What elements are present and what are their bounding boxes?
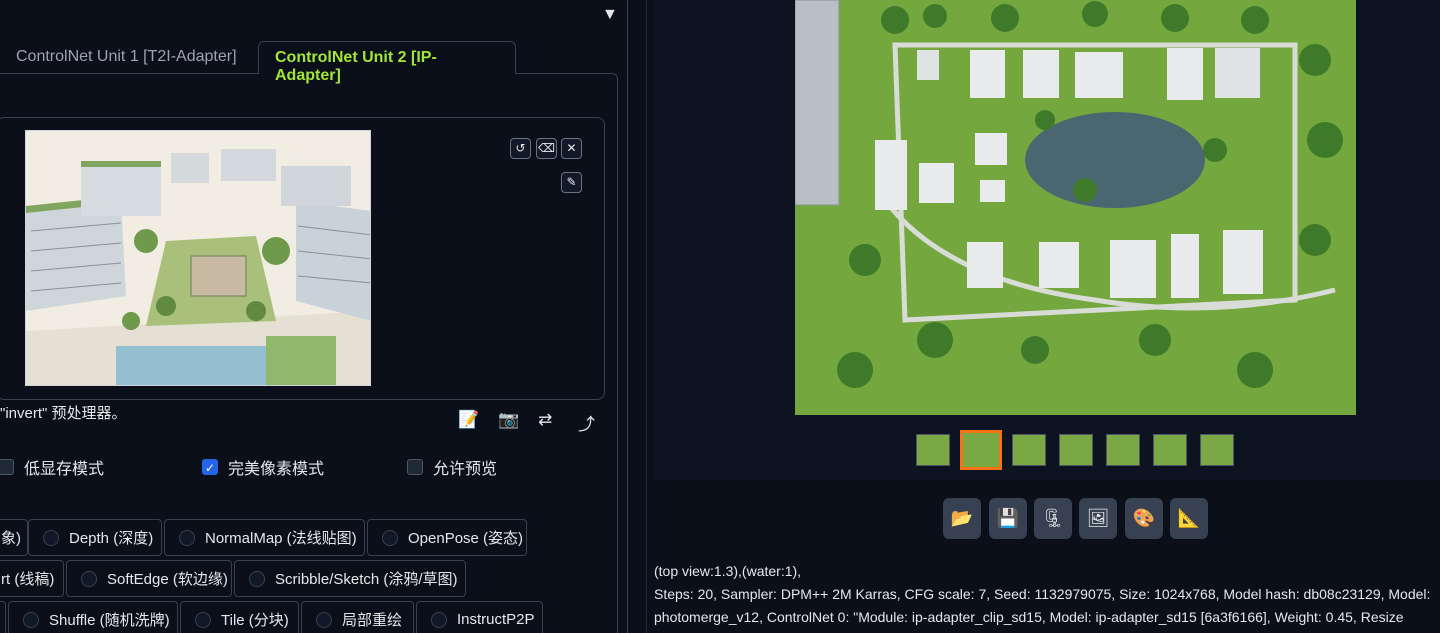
radio-dot[interactable] [81,570,97,587]
option-label: 象) [1,530,21,547]
control-type-openpose[interactable]: OpenPose (姿态) [367,519,527,556]
control-type-depth[interactable]: Depth (深度) [28,519,162,556]
option-label: SoftEdge (软边缘) [107,571,228,588]
generation-prompt: (top view:1.3),(water:1), [654,563,802,579]
collapse-icon[interactable]: ▼ [602,6,618,24]
option-label: Shuffle (随机洗牌) [49,612,170,629]
notes-icon[interactable]: 📝 [458,410,479,430]
gallery-thumbnail[interactable] [1059,434,1093,466]
control-type-option[interactable] [0,601,6,633]
pixel-perfect-checkbox[interactable]: ✓ 完美像素模式 [202,455,324,479]
radio-dot[interactable] [431,611,447,628]
checkbox-label: 完美像素模式 [228,461,325,478]
tab-controlnet-unit-2[interactable]: ControlNet Unit 2 [IP-Adapter] [258,41,516,84]
eraser-icon[interactable]: ⌫ [536,138,557,159]
generation-info: Steps: 20, Sampler: DPM++ 2M Karras, CFG… [654,586,1431,633]
close-icon[interactable]: ✕ [561,138,582,159]
radio-dot[interactable] [195,611,211,628]
gallery-thumbnail[interactable] [1106,434,1140,466]
radio-dot[interactable] [23,611,39,628]
input-image [25,130,371,386]
radio-dot[interactable] [382,529,398,546]
open-folder-button[interactable]: 📂 [943,498,981,539]
swap-icon[interactable]: ⇄ [538,410,552,430]
control-type-option[interactable]: 象) [0,519,28,556]
control-type-softedge[interactable]: SoftEdge (软边缘) [66,560,232,597]
control-type-scribble[interactable]: Scribble/Sketch (涂鸦/草图) [234,560,466,597]
checkbox-label: 允许预览 [433,461,498,478]
tab-controlnet-unit-1[interactable]: ControlNet Unit 1 [T2I-Adapter] [0,41,253,74]
check-icon[interactable]: ✓ [202,459,218,475]
option-label: Tile (分块) [221,612,289,629]
radio-dot[interactable] [179,529,195,546]
send-to-img2img-button[interactable]: 🖼 [1079,498,1117,539]
camera-icon[interactable]: 📷 [498,410,519,430]
allow-preview-checkbox[interactable]: 允许预览 [407,455,497,479]
generated-image[interactable] [795,0,1356,415]
gallery-thumbnail[interactable] [1200,434,1234,466]
low-vram-checkbox[interactable]: 低显存模式 [0,455,104,479]
option-label: OpenPose (姿态) [408,530,524,547]
control-type-lineart[interactable]: rt (线稿) [0,560,64,597]
gallery-thumbnail[interactable] [1012,434,1046,466]
control-type-shuffle[interactable]: Shuffle (随机洗牌) [8,601,178,633]
save-button[interactable]: 💾 [989,498,1027,539]
option-label: Scribble/Sketch (涂鸦/草图) [275,571,458,588]
radio-dot[interactable] [43,529,59,546]
radio-dot[interactable] [316,611,332,628]
zip-button[interactable]: 🗜 [1034,498,1072,539]
control-type-inpaint[interactable]: 局部重绘 [301,601,414,633]
send-icon[interactable]: ⤴ [578,410,595,435]
control-type-normalmap[interactable]: NormalMap (法线贴图) [164,519,365,556]
control-type-tile[interactable]: Tile (分块) [180,601,299,633]
control-type-instructp2p[interactable]: InstructP2P [416,601,543,633]
gallery-thumbnail[interactable] [1153,434,1187,466]
radio-dot[interactable] [249,570,265,587]
checkbox-box[interactable] [407,459,423,475]
checkbox-label: 低显存模式 [24,461,105,478]
option-label: InstructP2P [457,611,535,628]
send-to-inpaint-button[interactable]: 🎨 [1125,498,1163,539]
undo-icon[interactable]: ↺ [510,138,531,159]
checkbox-box[interactable] [0,459,14,475]
pen-icon[interactable]: ✎ [561,172,582,193]
option-label: 局部重绘 [342,612,403,629]
controlnet-panel: ▼ ControlNet Unit 1 [T2I-Adapter] Contro… [0,0,628,633]
hint-text: "invert" 预处理器。 [0,405,127,422]
send-to-extras-button[interactable]: 📐 [1170,498,1208,539]
gallery-thumbnail-selected[interactable] [960,430,1002,470]
option-label: Depth (深度) [69,530,154,547]
gallery-thumbnail[interactable] [916,434,950,466]
option-label: rt (线稿) [1,571,55,588]
option-label: NormalMap (法线贴图) [205,530,357,547]
